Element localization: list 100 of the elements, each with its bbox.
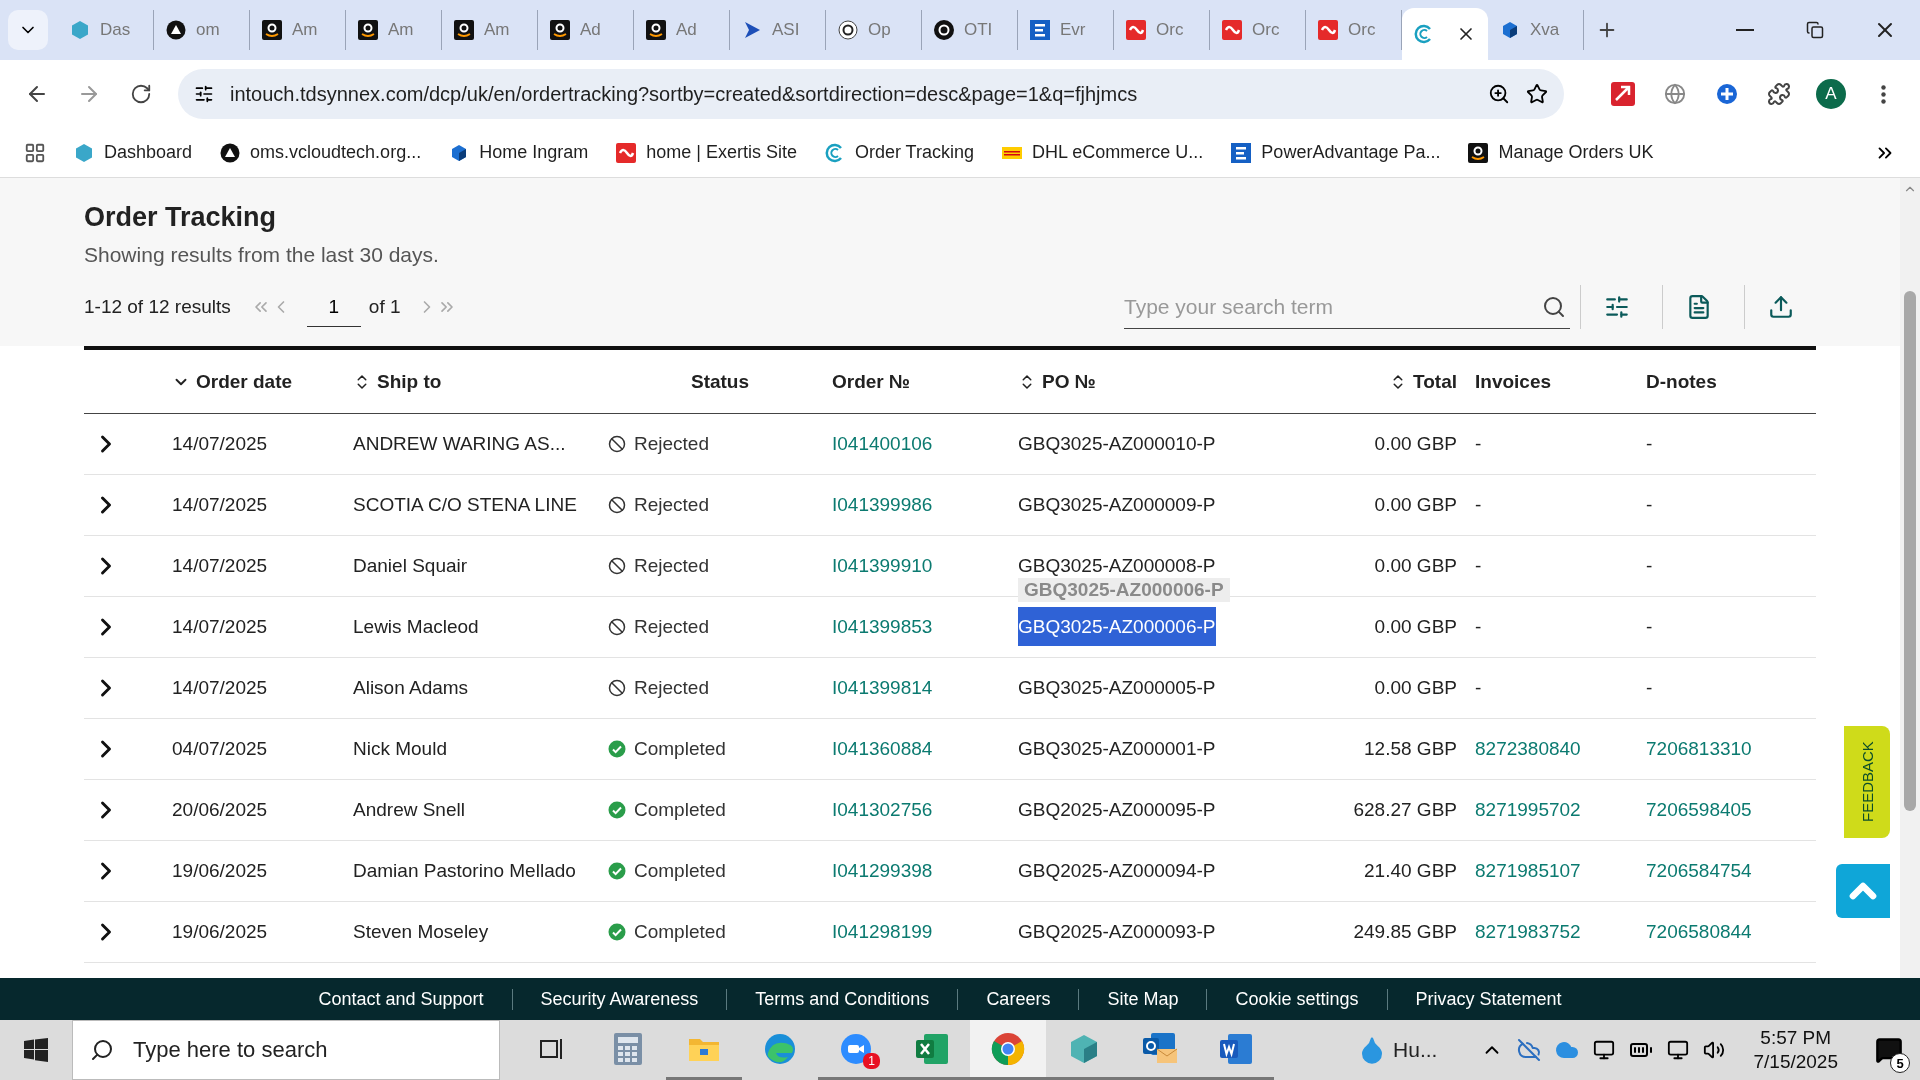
delivery-note-link[interactable]: 7206598405 [1646,799,1752,821]
order-number-link[interactable]: I041360884 [832,738,933,760]
invoice-cell: - [1475,677,1482,699]
delivery-note-link[interactable]: 7206584754 [1646,860,1752,882]
ship-to-cell: Steven Moseley [353,921,489,943]
bookmark-link[interactable]: home | Exertis Site [616,142,797,163]
order-number-link[interactable]: I041399853 [832,616,933,638]
smile-logo-icon [1468,142,1489,163]
clock[interactable]: 5:57 PM 7/15/2025 [1753,1026,1838,1074]
bars-logo-icon [1030,20,1050,40]
address-bar[interactable]: intouch.tdsynnex.com/dcp/uk/en/ordertracking?sortby=created&sortdirection=desc&page=1&q=fjhjmcs [178,69,1564,119]
zoom-icon[interactable] [1488,83,1510,105]
po-number-cell: GBQ3025-AZ000008-P [1018,555,1216,576]
browser-tab[interactable]: Am [346,10,442,50]
invoice-link[interactable]: 8271983752 [1475,921,1581,943]
minimize-icon [1736,29,1754,31]
hexagon-icon [74,142,94,163]
notifications-button[interactable]: 5 [1866,1025,1912,1075]
bookmark-link[interactable]: oms.vcloudtech.org... [220,142,422,163]
back-to-top-button[interactable] [1836,864,1890,918]
delivery-note-link[interactable]: 7206813310 [1646,738,1752,760]
footer-link[interactable]: Security Awareness [511,988,727,1010]
weather-button[interactable]: Hu... [1357,1035,1438,1065]
cloud-off-icon[interactable] [1517,1038,1542,1062]
footer-link[interactable]: Site Map [1078,988,1207,1010]
footer-link[interactable]: Careers [957,988,1079,1010]
browser-tab[interactable]: Xva [1488,10,1584,50]
browser-tab[interactable]: Orc [1210,10,1306,50]
bookmark-link[interactable]: Dashboard [74,142,193,163]
volume-icon[interactable] [1703,1039,1726,1061]
cross-circle-icon [1716,83,1738,105]
scrollbar[interactable] [1900,178,1920,978]
footer-link[interactable]: Terms and Conditions [726,988,958,1010]
browser-tab[interactable]: Das [58,10,154,50]
ship-to-cell: Lewis Macleod [353,616,479,638]
browser-tab[interactable]: Orc [1114,10,1210,50]
order-number-link[interactable]: I041298199 [832,921,933,943]
footer-link[interactable]: Cookie settings [1206,988,1387,1010]
total-cell-text: 21.40 GBP [1363,860,1458,882]
footer-link[interactable]: Contact and Support [290,988,512,1010]
tab-title: Ad [676,20,697,40]
browser-tab[interactable]: Op [826,10,922,50]
browser-tab[interactable]: Orc [1306,10,1402,50]
page-number-field[interactable]: 1 [306,287,361,327]
order-number-link[interactable]: I041399910 [832,555,933,577]
order-number-link[interactable]: I041399986 [832,494,933,516]
tab-title: ASI [772,20,800,40]
bookmark-link[interactable]: Order Tracking [824,142,974,163]
column-header[interactable]: Ship to [353,370,608,393]
cube-logo-icon [1500,20,1520,40]
order-number-link[interactable]: I041400106 [832,433,933,455]
column-header[interactable]: Total [1284,370,1475,393]
browser-tab[interactable]: Am [442,10,538,50]
invoice-cell: - [1475,433,1482,455]
browser-tab[interactable]: OTI [922,10,1018,50]
browser-tab[interactable]: Ad [538,10,634,50]
browser-tab[interactable]: Am [250,10,346,50]
tab-title: Xva [1530,20,1560,40]
gem-icon [1068,1032,1100,1065]
search-field[interactable]: Type your search term [1124,285,1570,329]
network-icon[interactable] [1667,1039,1690,1061]
site-info-icon[interactable] [194,84,214,104]
order-date-cell: 14/07/2025 [172,555,268,577]
delivery-note-link[interactable]: 7206580844 [1646,921,1752,943]
spreadsheet-icon [916,1033,948,1064]
browser-tab[interactable]: om [154,10,250,50]
invoice-link[interactable]: 8271995702 [1475,799,1581,821]
total-cell-text: 0.00 GBP [1373,494,1458,516]
order-number-link[interactable]: I041302756 [832,799,933,821]
smile-logo-icon [262,20,282,40]
invoice-link[interactable]: 8271985107 [1475,860,1581,882]
browser-tab[interactable]: Ad [634,10,730,50]
display-icon[interactable] [1593,1039,1616,1061]
bookmark-link[interactable]: DHL eCommerce U... [1002,142,1204,163]
order-date-cell: 14/07/2025 [172,616,268,638]
apps-grid-icon[interactable] [24,141,46,164]
bookmark-star-icon[interactable] [1526,83,1548,105]
taskbar-search-field[interactable]: Type here to search [72,1020,500,1080]
column-header[interactable]: Order date [172,370,353,393]
search-icon[interactable] [1542,295,1566,319]
swirl-icon [764,1032,796,1065]
profile-avatar[interactable]: A [1816,79,1846,109]
status-cell: Completed [608,860,832,882]
tab-title: Am [292,20,318,40]
browser-tab[interactable]: Evr [1018,10,1114,50]
order-number-link[interactable]: I041299398 [832,860,933,882]
feedback-tab[interactable]: FEEDBACK [1844,726,1890,838]
browser-tab[interactable]: ASI [730,10,826,50]
order-number-link[interactable]: I041399814 [832,677,933,699]
bookmark-link[interactable]: Manage Orders UK [1468,142,1654,163]
scroll-thumb[interactable] [1904,291,1916,811]
bookmark-link[interactable]: PowerAdvantage Pa... [1231,142,1441,163]
windows-logo-icon [24,1038,48,1062]
footer-link[interactable]: Privacy Statement [1386,988,1590,1010]
invoice-link[interactable]: 8272380840 [1475,738,1581,760]
taskbar-app-button[interactable]: 1 [818,1020,894,1080]
column-header[interactable]: PO № [1018,370,1284,393]
profile-button[interactable]: A [1808,71,1854,117]
bookmark-link[interactable]: Home Ingram [449,142,589,163]
document-app-icon [1220,1033,1252,1064]
